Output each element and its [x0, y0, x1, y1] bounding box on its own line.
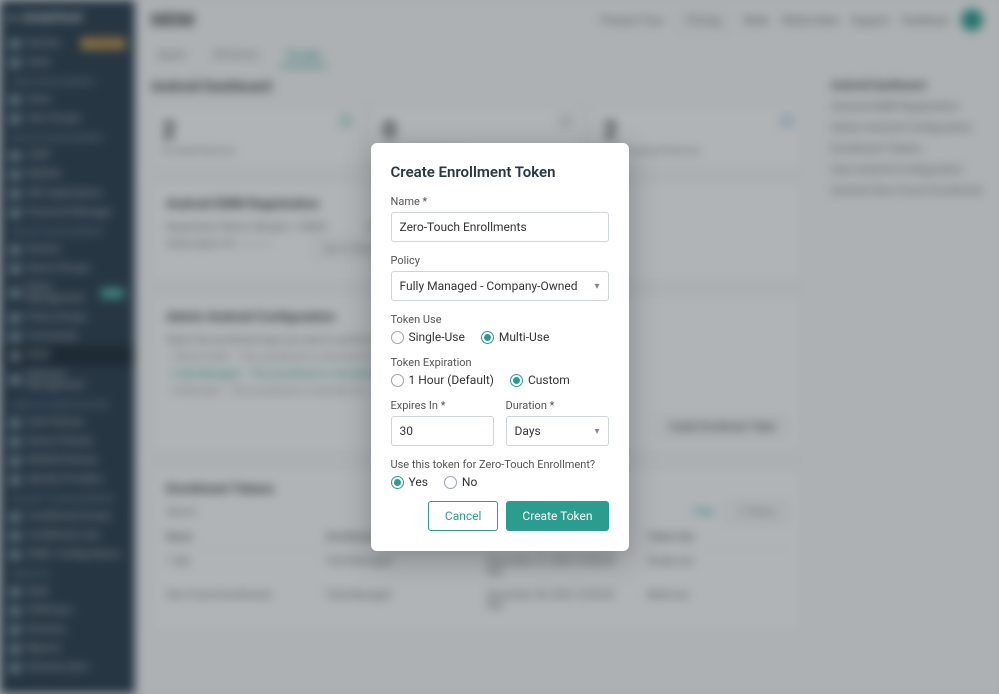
modal-overlay: Create Enrollment Token Name * Policy Fu…: [0, 0, 999, 694]
token-use-radio-group: Single-Use Multi-Use: [391, 330, 609, 344]
cancel-button[interactable]: Cancel: [428, 501, 499, 531]
token-use-single[interactable]: Single-Use: [391, 330, 465, 344]
expiration-default[interactable]: 1 Hour (Default): [391, 373, 494, 387]
radio-icon: [510, 374, 523, 387]
duration-select[interactable]: Days ▾: [506, 416, 609, 446]
zero-touch-yes[interactable]: Yes: [391, 475, 428, 489]
duration-label: Duration *: [506, 399, 609, 412]
create-enrollment-token-modal: Create Enrollment Token Name * Policy Fu…: [371, 143, 629, 551]
expires-in-label: Expires In *: [391, 399, 494, 412]
expires-in-input[interactable]: [391, 416, 494, 446]
policy-value: Fully Managed - Company-Owned: [400, 279, 578, 293]
expiration-label: Token Expiration: [391, 356, 609, 369]
token-use-multi[interactable]: Multi-Use: [481, 330, 550, 344]
zero-touch-radio-group: Yes No: [391, 475, 609, 489]
zero-touch-no[interactable]: No: [444, 475, 477, 489]
radio-icon: [481, 331, 494, 344]
radio-icon: [444, 476, 457, 489]
zero-touch-label: Use this token for Zero-Touch Enrollment…: [391, 458, 609, 471]
policy-select[interactable]: Fully Managed - Company-Owned ▾: [391, 271, 609, 301]
radio-icon: [391, 331, 404, 344]
name-input[interactable]: [391, 212, 609, 242]
expiration-custom[interactable]: Custom: [510, 373, 570, 387]
modal-title: Create Enrollment Token: [391, 163, 609, 181]
chevron-down-icon: ▾: [594, 281, 599, 292]
policy-label: Policy: [391, 254, 609, 267]
duration-value: Days: [515, 424, 541, 438]
token-use-label: Token Use: [391, 313, 609, 326]
name-label: Name *: [391, 195, 609, 208]
expiration-radio-group: 1 Hour (Default) Custom: [391, 373, 609, 387]
chevron-down-icon: ▾: [594, 426, 599, 437]
create-token-button[interactable]: Create Token: [506, 501, 608, 531]
radio-icon: [391, 374, 404, 387]
radio-icon: [391, 476, 404, 489]
